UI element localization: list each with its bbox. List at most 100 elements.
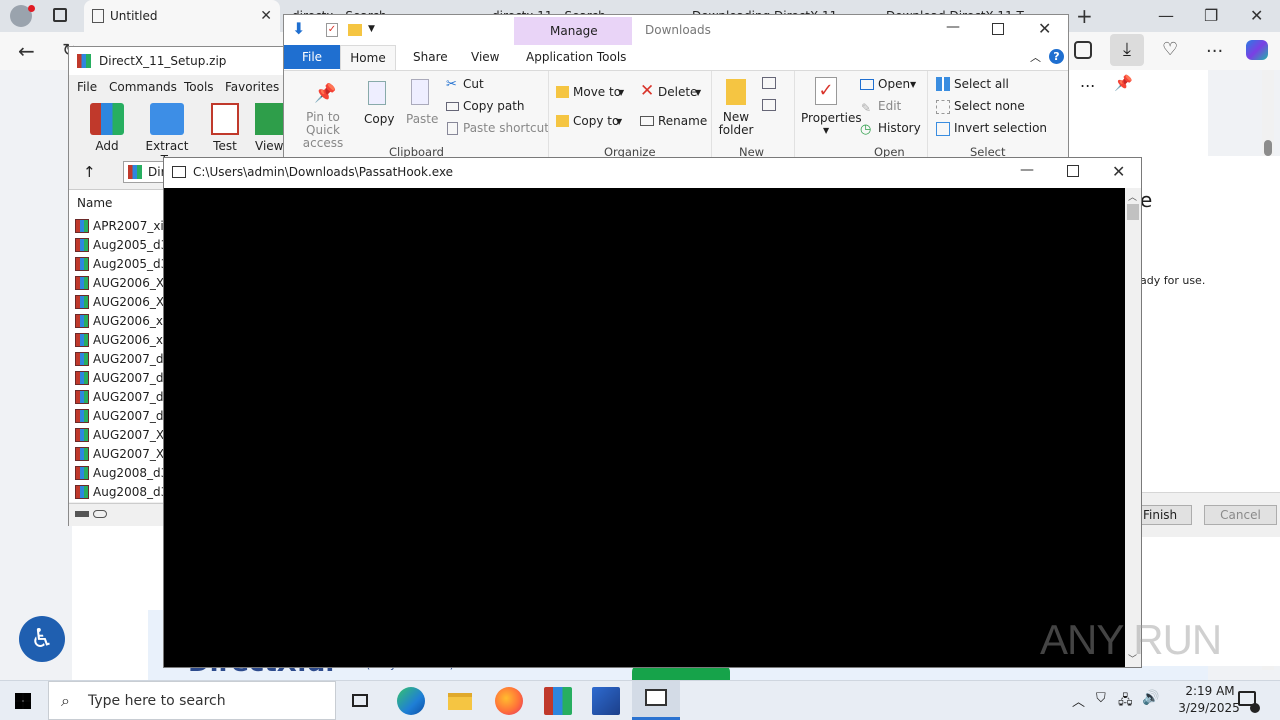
rar-file-icon: [75, 446, 89, 461]
edit-button[interactable]: Edit: [878, 99, 901, 113]
paste-button[interactable]: Paste: [406, 112, 438, 126]
tab-share[interactable]: Share: [413, 50, 448, 64]
winrar-menu-favorites[interactable]: Favorites: [225, 80, 279, 94]
copy-to-button[interactable]: Copy to: [573, 114, 619, 128]
more-options-icon[interactable]: ...: [1206, 36, 1223, 57]
add-tool[interactable]: Add: [83, 103, 131, 153]
quick-access-dropdown-icon[interactable]: ▼: [368, 24, 375, 34]
file-row[interactable]: Aug2008_d3d: [75, 463, 176, 482]
explorer-maximize-button[interactable]: [992, 23, 1004, 35]
winrar-menu-tools[interactable]: Tools: [184, 80, 214, 94]
network-icon[interactable]: 🖧: [1118, 691, 1133, 713]
back-arrow-icon[interactable]: ←: [18, 39, 35, 63]
file-row[interactable]: Aug2005_d3d: [75, 254, 176, 273]
scroll-thumb[interactable]: [1127, 204, 1139, 220]
checklist-icon: [211, 103, 239, 135]
select-none-button[interactable]: Select none: [954, 99, 1025, 113]
console-scrollbar[interactable]: ︿ ﹀: [1125, 188, 1141, 667]
clock-time[interactable]: 2:19 AM: [1172, 684, 1248, 698]
firefox-icon[interactable]: [495, 687, 523, 715]
browser-close-button[interactable]: ✕: [1250, 6, 1263, 25]
open-dropdown-icon[interactable]: ▼: [910, 80, 916, 89]
rename-button[interactable]: Rename: [658, 114, 707, 128]
tab-actions-icon[interactable]: [53, 8, 67, 22]
show-hidden-icons[interactable]: ︿: [1072, 691, 1085, 710]
accessibility-button[interactable]: ♿: [19, 616, 65, 662]
cut-button[interactable]: Cut: [463, 77, 484, 91]
browser-essentials-icon[interactable]: ♡: [1162, 39, 1178, 60]
extract-to-tool[interactable]: Extract To: [139, 103, 195, 167]
up-folder-icon[interactable]: ↑: [83, 163, 96, 181]
paste-shortcut-button[interactable]: Paste shortcut: [463, 121, 549, 135]
properties-dropdown-icon[interactable]: ▼: [823, 126, 829, 135]
move-to-button[interactable]: Move to: [573, 85, 621, 99]
properties-check-icon[interactable]: ✓: [326, 23, 338, 37]
finish-button[interactable]: Finish: [1140, 505, 1192, 525]
test-tool[interactable]: Test: [205, 103, 245, 153]
move-to-dropdown-icon[interactable]: ▼: [618, 88, 624, 97]
console-minimize-button[interactable]: —: [1020, 162, 1034, 178]
winrar-menu-file[interactable]: File: [77, 80, 97, 94]
explorer-minimize-button[interactable]: —: [946, 19, 960, 35]
properties-button[interactable]: Properties: [801, 111, 862, 125]
new-folder-quick-icon[interactable]: [348, 24, 362, 36]
console-output-area[interactable]: [164, 188, 1125, 667]
copy-to-dropdown-icon[interactable]: ▼: [616, 117, 622, 126]
new-item-icon[interactable]: [762, 77, 776, 89]
file-row[interactable]: AUG2006_xin: [75, 330, 174, 349]
taskbar-search-box[interactable]: ⌕ Type here to search: [48, 681, 336, 720]
browser-minimize-button[interactable]: —: [1158, 6, 1174, 25]
delete-button[interactable]: Delete: [658, 85, 697, 99]
scroll-up-icon[interactable]: ︿: [1128, 190, 1137, 203]
explorer-close-button[interactable]: ✕: [1038, 19, 1051, 38]
pin-quick-access-button[interactable]: Pin to Quick access: [290, 111, 356, 150]
setup-app-icon[interactable]: [592, 687, 620, 715]
copy-path-button[interactable]: Copy path: [463, 99, 525, 113]
file-row[interactable]: Aug2008_d3d: [75, 482, 176, 501]
help-icon[interactable]: ?: [1049, 49, 1064, 64]
browser-restore-button[interactable]: ❐: [1204, 6, 1218, 25]
collections-icon[interactable]: [1074, 41, 1092, 59]
rar-file-icon: [75, 484, 89, 499]
console-close-button[interactable]: ✕: [1112, 162, 1125, 181]
tab-application-tools[interactable]: Application Tools: [526, 50, 626, 64]
history-button[interactable]: History: [878, 121, 921, 135]
select-all-button[interactable]: Select all: [954, 77, 1009, 91]
cancel-button[interactable]: Cancel: [1204, 505, 1277, 525]
close-tab-icon[interactable]: ✕: [260, 8, 272, 24]
page-icon: [92, 9, 104, 23]
start-windows-icon[interactable]: [15, 693, 31, 709]
tab-home[interactable]: Home: [340, 45, 396, 71]
web-more-icon[interactable]: ...: [1080, 72, 1095, 91]
new-tab-button[interactable]: +: [1076, 4, 1093, 28]
security-icon[interactable]: ⛉: [1096, 691, 1106, 706]
column-name-header[interactable]: Name: [77, 196, 112, 210]
open-button[interactable]: Open: [878, 77, 910, 91]
copilot-icon[interactable]: [1246, 40, 1268, 60]
winrar-menu-commands[interactable]: Commands: [109, 80, 177, 94]
easy-access-icon[interactable]: [762, 99, 776, 111]
down-arrow-icon[interactable]: ⬇: [292, 19, 305, 38]
winrar-taskbar-icon[interactable]: [544, 687, 572, 715]
tab-view[interactable]: View: [471, 50, 499, 64]
pin-icon[interactable]: 📌: [1114, 74, 1133, 92]
page-scroll-thumb[interactable]: [1264, 140, 1272, 156]
new-folder-button[interactable]: New folder: [716, 111, 756, 137]
rar-file-icon: [75, 408, 89, 423]
anyrun-watermark: ANY RUN: [1040, 616, 1222, 663]
edge-icon[interactable]: [397, 687, 425, 715]
copy-button[interactable]: Copy: [364, 112, 394, 126]
invert-selection-button[interactable]: Invert selection: [954, 121, 1047, 135]
file-explorer-icon[interactable]: [446, 687, 474, 715]
console-maximize-button[interactable]: [1067, 165, 1079, 177]
volume-icon[interactable]: 🔊: [1142, 690, 1159, 706]
tab-file[interactable]: File: [284, 45, 340, 69]
file-row[interactable]: AUG2006_xin: [75, 311, 174, 330]
console-taskbar-button[interactable]: [632, 681, 680, 720]
downloads-icon[interactable]: ⤓: [1110, 34, 1144, 66]
file-row[interactable]: Aug2005_d3d: [75, 235, 176, 254]
ribbon-collapse-icon[interactable]: ︿: [1030, 49, 1041, 65]
task-view-icon[interactable]: [346, 687, 374, 715]
tab-untitled[interactable]: Untitled ✕: [84, 0, 280, 32]
delete-dropdown-icon[interactable]: ▼: [695, 88, 701, 97]
